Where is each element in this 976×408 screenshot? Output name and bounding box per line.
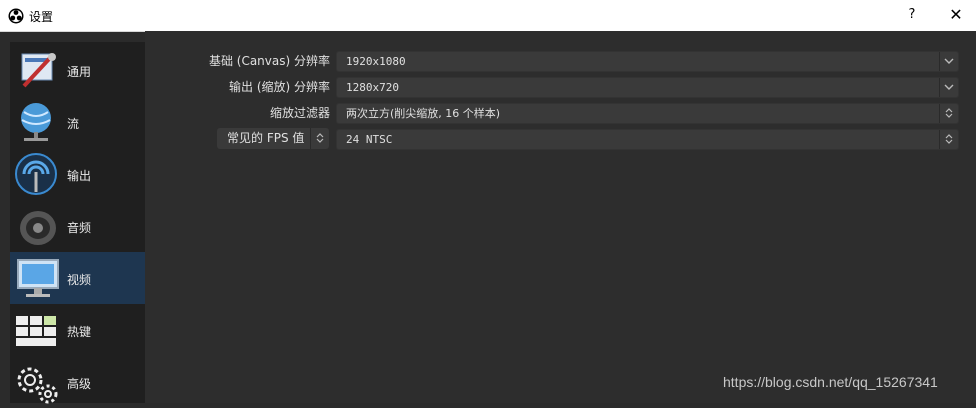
- obs-logo-icon: [8, 8, 24, 24]
- fps-value: 24 NTSC: [346, 133, 393, 146]
- sidebar-item-label: 热键: [67, 325, 92, 339]
- base-resolution-combo[interactable]: 1920x1080: [336, 51, 959, 72]
- sidebar-item-label: 高级: [67, 377, 92, 391]
- sidebar-item-stream[interactable]: 流: [10, 96, 145, 148]
- keyboard-icon: [16, 316, 56, 346]
- sidebar-item-label: 视频: [67, 273, 92, 287]
- sidebar-item-video[interactable]: 视频: [10, 252, 145, 304]
- title-bar: 设置 ? ✕: [0, 0, 976, 32]
- up-down-arrows-icon[interactable]: [939, 104, 958, 123]
- sidebar-item-output[interactable]: 输出: [10, 148, 145, 200]
- speaker-icon: [20, 211, 56, 245]
- window-title: 设置: [29, 10, 54, 24]
- up-down-arrows-icon[interactable]: [310, 128, 329, 149]
- output-resolution-combo[interactable]: 1280x720: [336, 77, 959, 98]
- fps-type-label: 常见的 FPS 值: [227, 131, 305, 145]
- up-down-arrows-icon[interactable]: [939, 130, 958, 149]
- downscale-filter-combo[interactable]: 两次立方(削尖缩放, 16 个样本): [336, 103, 959, 124]
- output-resolution-label: 输出 (缩放) 分辨率: [229, 80, 330, 94]
- base-resolution-value: 1920x1080: [346, 55, 406, 68]
- help-button[interactable]: ?: [898, 3, 926, 27]
- stream-globe-icon: [21, 103, 51, 141]
- close-button[interactable]: ✕: [940, 3, 972, 27]
- fps-value-combo[interactable]: 24 NTSC: [336, 129, 959, 150]
- sidebar-item-label: 通用: [67, 65, 92, 79]
- chevron-down-icon[interactable]: [939, 52, 958, 71]
- base-resolution-label: 基础 (Canvas) 分辨率: [208, 54, 330, 68]
- sidebar-item-label: 音频: [67, 221, 92, 235]
- downscale-filter-label: 缩放过滤器: [269, 106, 330, 120]
- sidebar-item-hotkeys[interactable]: 热键: [10, 304, 145, 356]
- output-broadcast-icon: [15, 153, 57, 195]
- sidebar-item-label: 流: [67, 117, 80, 131]
- gears-icon: [17, 367, 58, 404]
- general-settings-icon: [21, 53, 56, 88]
- sidebar-item-general[interactable]: 通用: [10, 44, 145, 96]
- sidebar-item-audio[interactable]: 音频: [10, 200, 145, 252]
- monitor-icon: [17, 259, 59, 297]
- sidebar-item-label: 输出: [67, 169, 92, 183]
- output-resolution-value: 1280x720: [346, 81, 399, 94]
- fps-type-select[interactable]: 常见的 FPS 值: [217, 128, 329, 149]
- chevron-down-icon[interactable]: [939, 78, 958, 97]
- downscale-filter-value: 两次立方(削尖缩放, 16 个样本): [346, 107, 501, 120]
- settings-sidebar: 通用 流 输出 音频 视频 热键 高级: [10, 42, 145, 404]
- sidebar-item-advanced[interactable]: 高级: [10, 356, 145, 408]
- watermark-text: https://blog.csdn.net/qq_15267341: [723, 374, 938, 390]
